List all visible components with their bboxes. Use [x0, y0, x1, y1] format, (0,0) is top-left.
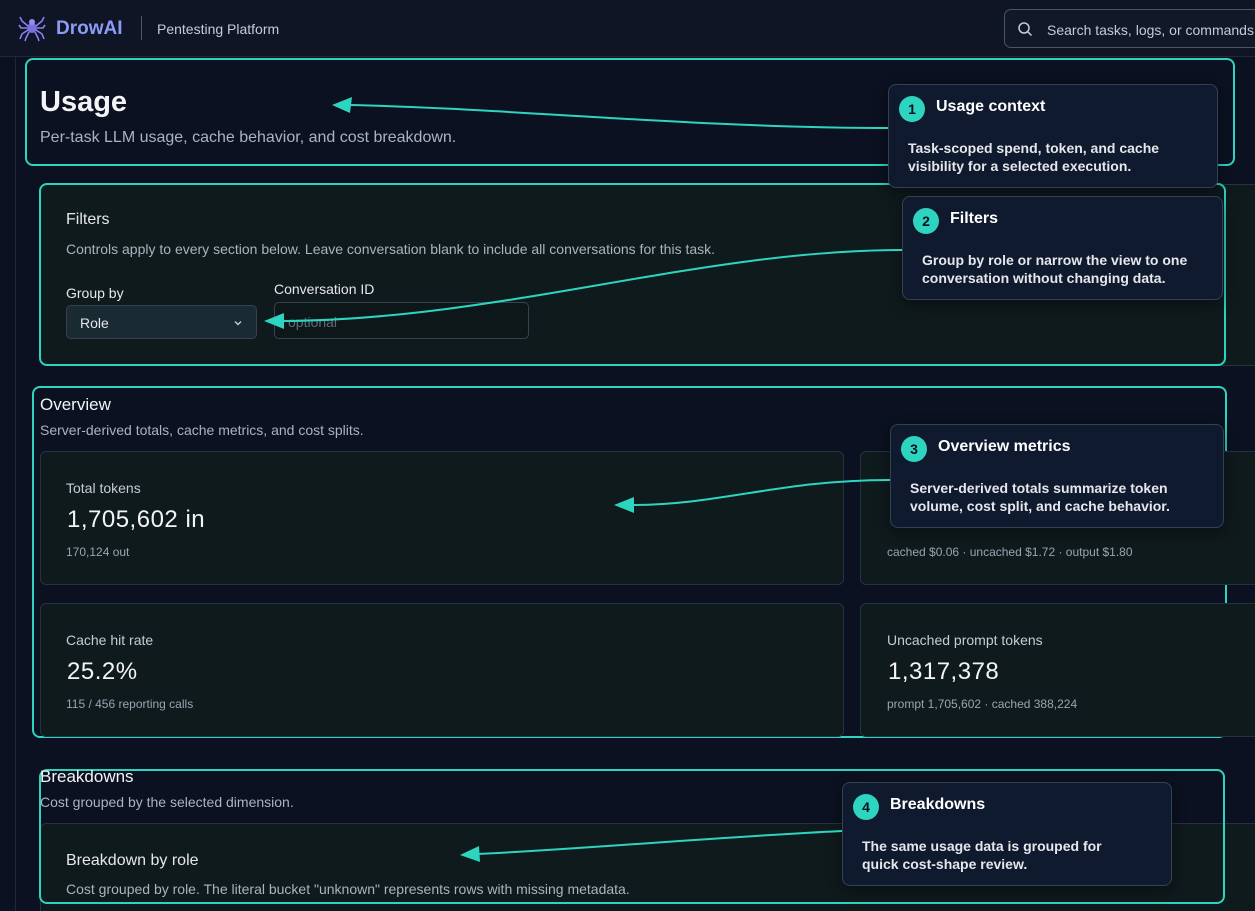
arrow-overview — [631, 479, 891, 506]
arrow-usage — [349, 104, 889, 129]
annotation-arrows — [264, 97, 903, 862]
arrow-filters — [281, 249, 903, 322]
arrowhead-breakdowns — [460, 846, 480, 862]
arrowhead-usage — [332, 97, 352, 113]
arrowhead-filters — [264, 313, 284, 329]
arrow-breakdowns — [477, 830, 843, 855]
arrowhead-overview — [614, 497, 634, 513]
